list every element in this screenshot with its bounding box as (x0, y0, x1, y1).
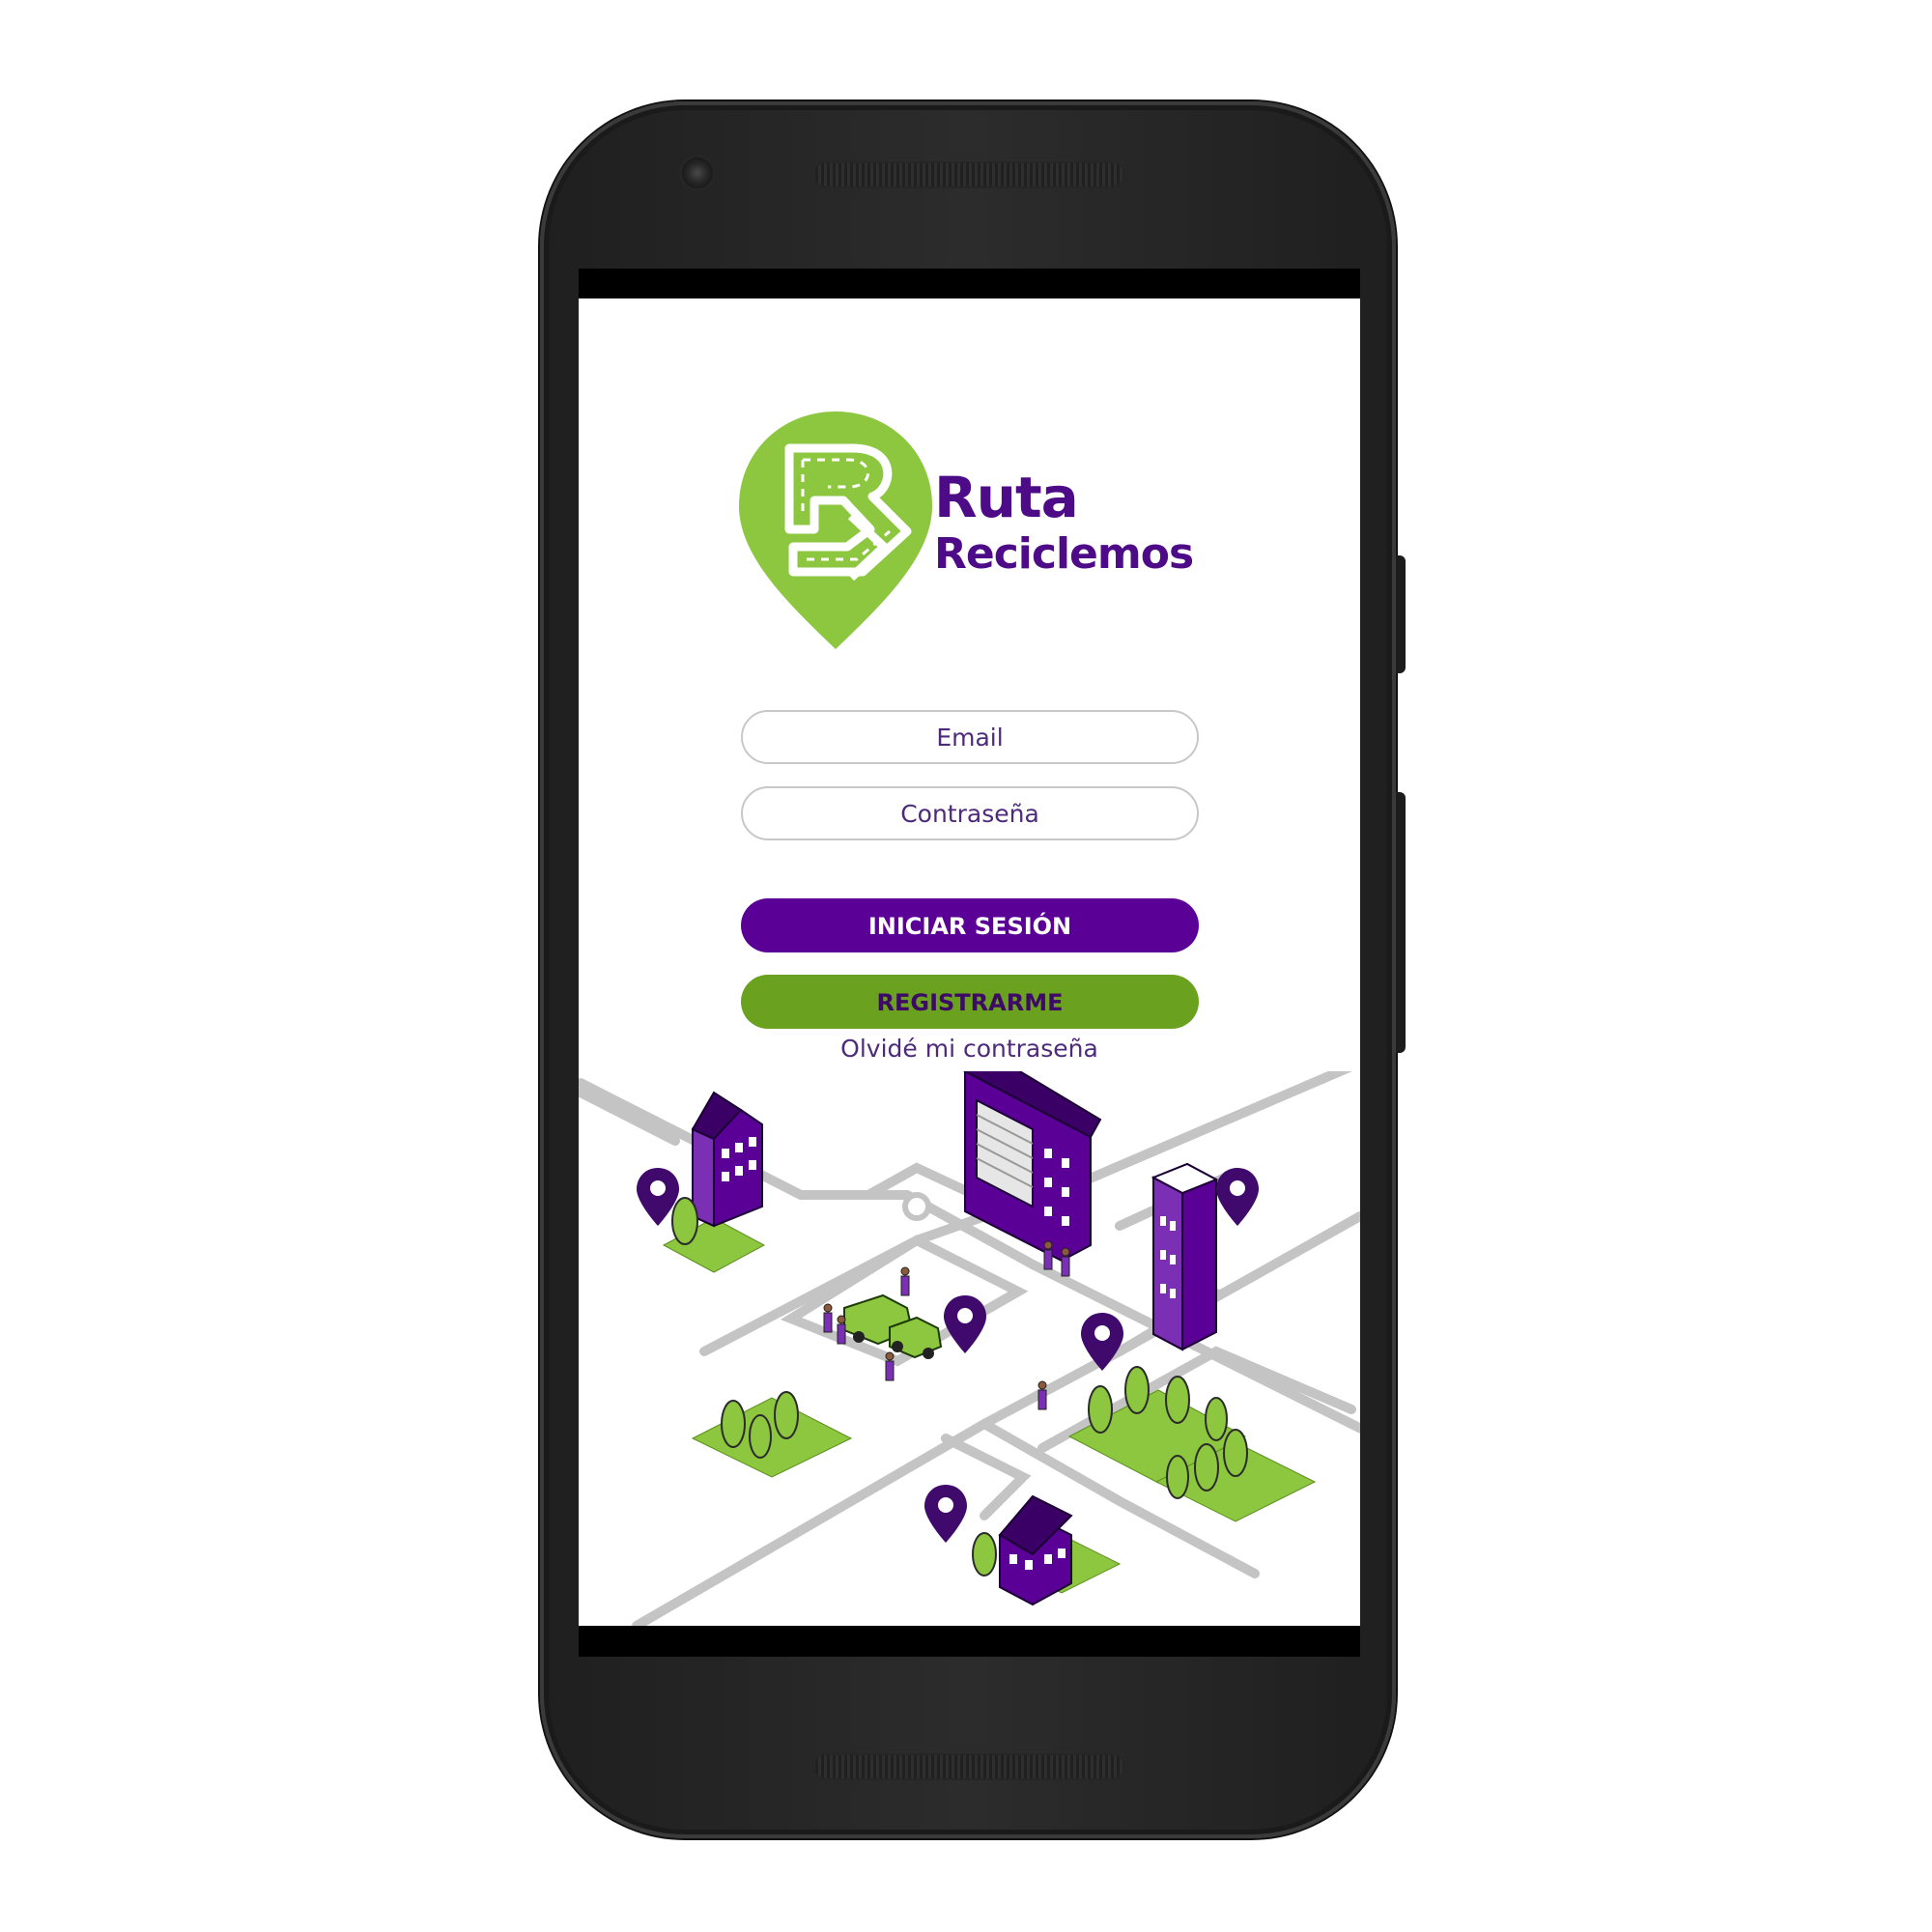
app-logo: Ruta Reciclemos (739, 402, 1222, 653)
location-pin-icon (1081, 1313, 1123, 1371)
building-icon (998, 1494, 1073, 1606)
volume-button (1396, 792, 1406, 1053)
top-speaker (812, 161, 1125, 188)
phone-screen: Ruta Reciclemos INICIAR SESIÓN REGISTRAR… (579, 269, 1360, 1657)
brand-line1: Ruta (934, 465, 1079, 530)
power-button (1396, 555, 1406, 673)
login-button[interactable]: INICIAR SESIÓN (741, 898, 1199, 952)
forgot-password-link[interactable]: Olvidé mi contraseña (579, 1035, 1360, 1063)
brand-line2: Reciclemos (934, 529, 1194, 579)
location-pin-icon (1216, 1168, 1259, 1226)
building-icon (1151, 1162, 1219, 1351)
phone-frame: Ruta Reciclemos INICIAR SESIÓN REGISTRAR… (540, 101, 1406, 1838)
building-icon (691, 1091, 763, 1228)
email-field[interactable] (741, 710, 1199, 764)
city-illustration (579, 1071, 1360, 1626)
bottom-speaker (812, 1753, 1125, 1780)
location-pin-icon (924, 1485, 967, 1543)
login-screen: Ruta Reciclemos INICIAR SESIÓN REGISTRAR… (579, 298, 1360, 1626)
register-button[interactable]: REGISTRARME (741, 975, 1199, 1029)
front-camera (682, 157, 713, 188)
route-logo-icon (739, 412, 932, 649)
building-icon (962, 1071, 1102, 1263)
location-pin-icon (944, 1295, 986, 1353)
brand-name: Ruta Reciclemos (934, 465, 1194, 579)
password-field[interactable] (741, 786, 1199, 840)
